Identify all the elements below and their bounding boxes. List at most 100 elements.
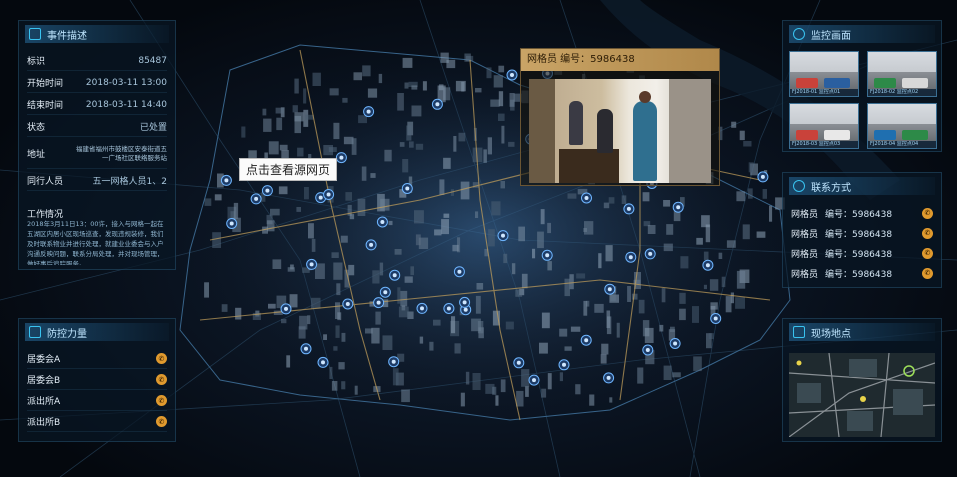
poi-marker-icon[interactable] xyxy=(342,298,354,310)
video-popup[interactable]: 网格员 编号：5986438 xyxy=(520,48,720,186)
force-item[interactable]: 居委会A ✆ xyxy=(27,349,167,369)
phone-call-icon[interactable]: ✆ xyxy=(156,416,167,427)
building xyxy=(708,333,714,340)
building xyxy=(336,283,341,296)
poi-marker-icon[interactable] xyxy=(453,266,465,278)
poi-marker-icon[interactable] xyxy=(506,69,518,81)
poi-marker-icon[interactable] xyxy=(625,251,637,263)
building xyxy=(500,181,505,189)
camera-feed-thumbnail[interactable]: FJ2018-03 监控点03 xyxy=(789,103,859,149)
event-field-value: 已处置 xyxy=(139,123,167,133)
phone-call-icon[interactable]: ✆ xyxy=(922,227,933,239)
poi-marker-icon[interactable] xyxy=(672,201,684,213)
building xyxy=(276,117,283,131)
poi-marker-icon[interactable] xyxy=(401,183,413,194)
building xyxy=(605,245,613,262)
poi-marker-icon[interactable] xyxy=(644,248,656,260)
poi-marker-icon[interactable] xyxy=(220,174,232,186)
poi-marker-icon[interactable] xyxy=(300,343,312,355)
poi-marker-icon[interactable] xyxy=(306,258,318,270)
building xyxy=(570,326,581,332)
building xyxy=(311,238,316,252)
building xyxy=(709,279,719,291)
view-source-tooltip[interactable]: 点击查看源网页 xyxy=(239,158,338,181)
phone-call-icon[interactable]: ✆ xyxy=(156,353,167,364)
poi-marker-icon[interactable] xyxy=(365,239,377,251)
poi-marker-icon[interactable] xyxy=(280,303,292,315)
poi-marker-icon[interactable] xyxy=(363,106,375,118)
poi-marker-icon[interactable] xyxy=(379,286,391,298)
poi-marker-icon[interactable] xyxy=(541,249,553,261)
building xyxy=(598,253,602,269)
building xyxy=(621,195,627,204)
video-frame[interactable] xyxy=(529,79,711,183)
building xyxy=(483,149,487,163)
poi-marker-icon[interactable] xyxy=(669,338,681,349)
poi-marker-icon[interactable] xyxy=(443,303,455,314)
poi-marker-icon[interactable] xyxy=(702,259,714,271)
building xyxy=(341,381,346,390)
building xyxy=(493,75,503,88)
building xyxy=(311,297,321,309)
poi-marker-icon[interactable] xyxy=(604,283,616,295)
camera-feed-thumbnail[interactable]: FJ2018-01 监控点01 xyxy=(789,51,859,97)
poi-marker-icon[interactable] xyxy=(389,269,401,281)
poi-marker-icon[interactable] xyxy=(603,372,615,384)
poi-marker-icon[interactable] xyxy=(317,356,329,368)
phone-call-icon[interactable]: ✆ xyxy=(922,247,933,259)
poi-marker-icon[interactable] xyxy=(226,218,238,229)
poi-marker-icon[interactable] xyxy=(335,152,347,164)
building xyxy=(460,181,470,200)
force-item[interactable]: 派出所B ✆ xyxy=(27,412,167,432)
location-minimap[interactable] xyxy=(789,353,935,437)
building xyxy=(221,304,228,312)
poi-marker-icon[interactable] xyxy=(642,344,654,356)
poi-marker-icon[interactable] xyxy=(376,216,388,228)
poi-marker-icon[interactable] xyxy=(459,296,471,308)
event-field-label: 标识 xyxy=(27,57,46,67)
poi-marker-icon[interactable] xyxy=(261,185,273,197)
poi-marker-icon[interactable] xyxy=(416,302,428,314)
poi-marker-icon[interactable] xyxy=(710,313,722,324)
contact-item[interactable]: 网格员 编号：5986438 ✆ xyxy=(791,243,933,263)
building xyxy=(455,80,466,92)
event-field-value: 85487 xyxy=(138,55,167,66)
force-item[interactable]: 居委会B ✆ xyxy=(27,370,167,390)
building xyxy=(501,125,505,144)
poi-marker-icon[interactable] xyxy=(250,193,262,205)
building xyxy=(589,394,595,406)
building xyxy=(307,315,311,325)
phone-call-icon[interactable]: ✆ xyxy=(156,395,167,406)
poi-marker-icon[interactable] xyxy=(431,98,443,110)
force-item[interactable]: 派出所A ✆ xyxy=(27,391,167,411)
poi-marker-icon[interactable] xyxy=(581,192,592,204)
building xyxy=(696,237,703,245)
contact-item[interactable]: 网格员 编号：5986438 ✆ xyxy=(791,223,933,243)
poi-marker-icon[interactable] xyxy=(497,230,509,242)
poi-marker-icon[interactable] xyxy=(757,171,769,183)
building xyxy=(564,346,572,351)
contact-item[interactable]: 网格员 编号：5986438 ✆ xyxy=(791,203,933,223)
person-figure xyxy=(633,101,657,181)
poi-marker-icon[interactable] xyxy=(528,374,540,386)
contact-item[interactable]: 网格员 编号：5986438 ✆ xyxy=(791,263,933,283)
poi-marker-icon[interactable] xyxy=(388,356,400,368)
poi-marker-icon[interactable] xyxy=(580,334,592,346)
poi-marker-icon[interactable] xyxy=(558,359,570,371)
poi-marker-icon[interactable] xyxy=(323,189,335,200)
phone-call-icon[interactable]: ✆ xyxy=(922,207,933,219)
phone-call-icon[interactable]: ✆ xyxy=(156,374,167,385)
monitor-panel-title: 监控画面 xyxy=(811,30,851,42)
poi-marker-icon[interactable] xyxy=(373,297,385,309)
building xyxy=(411,105,422,117)
poi-marker-icon[interactable] xyxy=(513,357,525,369)
poi-marker-icon[interactable] xyxy=(623,203,635,215)
building xyxy=(370,173,376,178)
building xyxy=(488,229,495,247)
building xyxy=(638,299,645,314)
phone-call-icon[interactable]: ✆ xyxy=(922,267,933,279)
camera-feed-thumbnail[interactable]: FJ2018-02 监控点02 xyxy=(867,51,937,97)
camera-feed-thumbnail[interactable]: FJ2018-04 监控点04 xyxy=(867,103,937,149)
building xyxy=(692,306,699,323)
building xyxy=(372,270,380,284)
